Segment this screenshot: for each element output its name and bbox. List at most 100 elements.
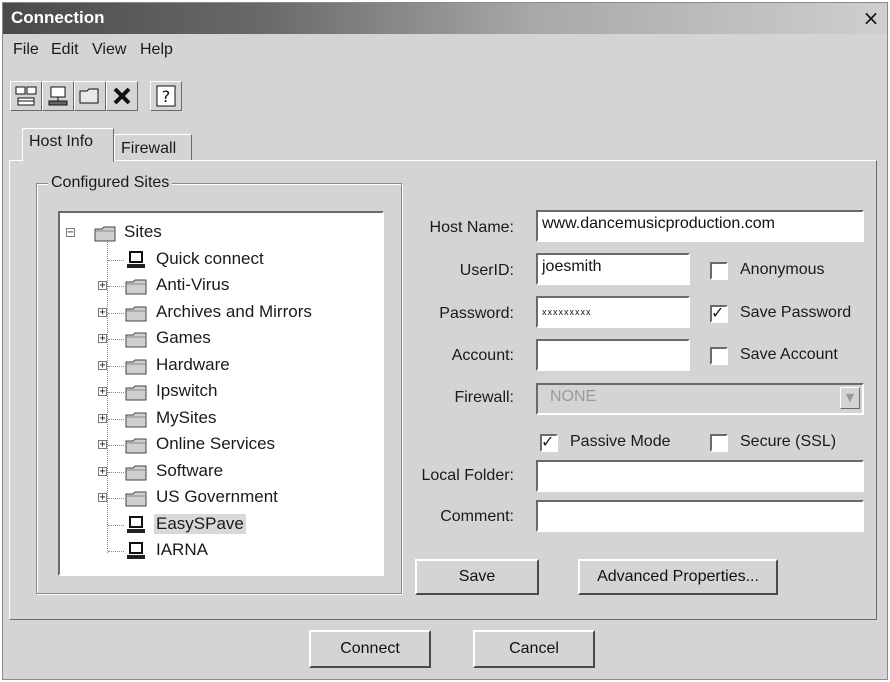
folder-icon	[125, 465, 147, 481]
tree-item-label: US Government	[156, 487, 278, 506]
userid-input[interactable]: joesmith	[536, 253, 690, 285]
close-button[interactable]: ×	[861, 8, 881, 28]
chevron-down-icon[interactable]: ▼	[840, 387, 860, 409]
expand-icon[interactable]: +	[98, 334, 107, 344]
save-password-label: Save Password	[740, 304, 852, 321]
passive-mode-label: Passive Mode	[570, 433, 671, 450]
save-account-label: Save Account	[740, 346, 838, 363]
tree-item-label: Quick connect	[156, 249, 264, 268]
comment-label: Comment:	[440, 508, 514, 525]
local-folder-label: Local Folder:	[421, 467, 515, 484]
new-connection-button[interactable]	[42, 81, 74, 111]
host-name-input[interactable]: www.dancemusicproduction.com	[536, 210, 864, 242]
folder-icon	[125, 279, 147, 295]
menu-edit[interactable]: Edit	[51, 41, 79, 59]
window-title: Connection	[11, 8, 105, 27]
tree-item-label: Anti-Virus	[156, 275, 230, 294]
anonymous-label: Anonymous	[740, 261, 825, 278]
tree-connector	[108, 339, 124, 340]
computer-icon	[127, 516, 145, 533]
folder-icon	[125, 385, 147, 401]
comment-input[interactable]	[536, 500, 864, 532]
folder-icon	[125, 438, 147, 454]
expand-icon[interactable]: +	[98, 414, 107, 424]
computer-icon	[127, 251, 145, 268]
new-site-button[interactable]	[10, 81, 42, 111]
tab-firewall[interactable]: Firewall	[114, 134, 192, 161]
tab-host-info[interactable]: Host Info	[22, 128, 114, 162]
tree-connector	[108, 445, 124, 446]
tree-item-label: IARNA	[156, 540, 208, 559]
folder-icon	[125, 359, 147, 375]
title-bar: Connection ×	[3, 3, 887, 34]
connect-button[interactable]: Connect	[309, 630, 431, 668]
account-input[interactable]	[536, 339, 690, 371]
password-input[interactable]: xxxxxxxxx	[536, 296, 690, 328]
folder-icon	[125, 332, 147, 348]
svg-text:?: ?	[162, 87, 171, 106]
new-folder-icon	[79, 88, 99, 104]
host-name-label: Host Name:	[429, 219, 514, 236]
local-folder-input[interactable]	[536, 460, 864, 492]
check-icon: ✓	[541, 432, 555, 451]
expand-icon[interactable]: +	[98, 308, 107, 318]
folder-icon	[125, 491, 147, 507]
expand-icon[interactable]: +	[98, 387, 107, 397]
expand-icon[interactable]: +	[98, 467, 107, 477]
tree-connector	[108, 472, 124, 473]
menu-file[interactable]: File	[13, 41, 39, 59]
check-icon: ✓	[711, 303, 725, 322]
password-label: Password:	[439, 305, 514, 322]
firewall-select-value: NONE	[550, 388, 597, 405]
new-site-icon	[15, 86, 37, 106]
save-button[interactable]: Save	[415, 559, 539, 595]
tree-connector	[108, 525, 124, 526]
tree-item-label: Ipswitch	[156, 381, 218, 400]
tree-connector	[108, 286, 124, 287]
tree-connector	[108, 260, 124, 261]
delete-button[interactable]	[106, 81, 138, 111]
folder-icon	[125, 412, 147, 428]
tree-connector	[108, 313, 124, 314]
tree-item-label: Games	[156, 328, 211, 347]
advanced-properties-button[interactable]: Advanced Properties...	[578, 559, 778, 595]
secure-ssl-label: Secure (SSL)	[740, 433, 837, 450]
computer-icon	[127, 542, 145, 559]
expand-icon[interactable]: +	[98, 361, 107, 371]
tree-item-label: EasySPave	[154, 514, 246, 534]
tab-firewall-label: Firewall	[121, 140, 177, 157]
save-account-checkbox[interactable]	[710, 347, 728, 365]
menu-help[interactable]: Help	[140, 41, 173, 59]
firewall-select[interactable]: NONE ▼	[536, 383, 864, 415]
delete-icon	[113, 87, 131, 105]
new-connection-icon	[48, 86, 68, 106]
tree-item-label: MySites	[156, 408, 217, 427]
expand-icon[interactable]: +	[98, 493, 107, 503]
cancel-button[interactable]: Cancel	[473, 630, 595, 668]
expand-icon[interactable]: +	[98, 281, 107, 291]
menu-view[interactable]: View	[92, 41, 126, 59]
configured-sites-label: Configured Sites	[48, 174, 173, 192]
help-button[interactable]: ?	[150, 81, 182, 111]
folder-icon	[125, 306, 147, 322]
tab-host-info-label: Host Info	[29, 133, 94, 150]
save-password-checkbox[interactable]: ✓	[710, 303, 728, 323]
tree-item-label: Sites	[124, 222, 162, 241]
tree-connector	[108, 551, 124, 552]
collapse-icon[interactable]: −	[66, 228, 75, 238]
anonymous-checkbox[interactable]	[710, 262, 728, 280]
expand-icon[interactable]: +	[98, 440, 107, 450]
firewall-label: Firewall:	[454, 389, 514, 406]
tree-item-label: Online Services	[156, 434, 276, 453]
passive-mode-checkbox[interactable]: ✓	[540, 432, 558, 452]
tree-item-label: Archives and Mirrors	[156, 302, 312, 321]
help-icon: ?	[156, 85, 176, 107]
secure-ssl-checkbox[interactable]	[710, 434, 728, 452]
tree-connector	[107, 235, 108, 553]
tree-connector	[108, 498, 124, 499]
folder-icon	[94, 226, 116, 242]
tree-item-label: Hardware	[156, 355, 230, 374]
new-folder-button[interactable]	[74, 81, 106, 111]
tree-connector	[108, 419, 124, 420]
userid-label: UserID:	[459, 262, 514, 279]
